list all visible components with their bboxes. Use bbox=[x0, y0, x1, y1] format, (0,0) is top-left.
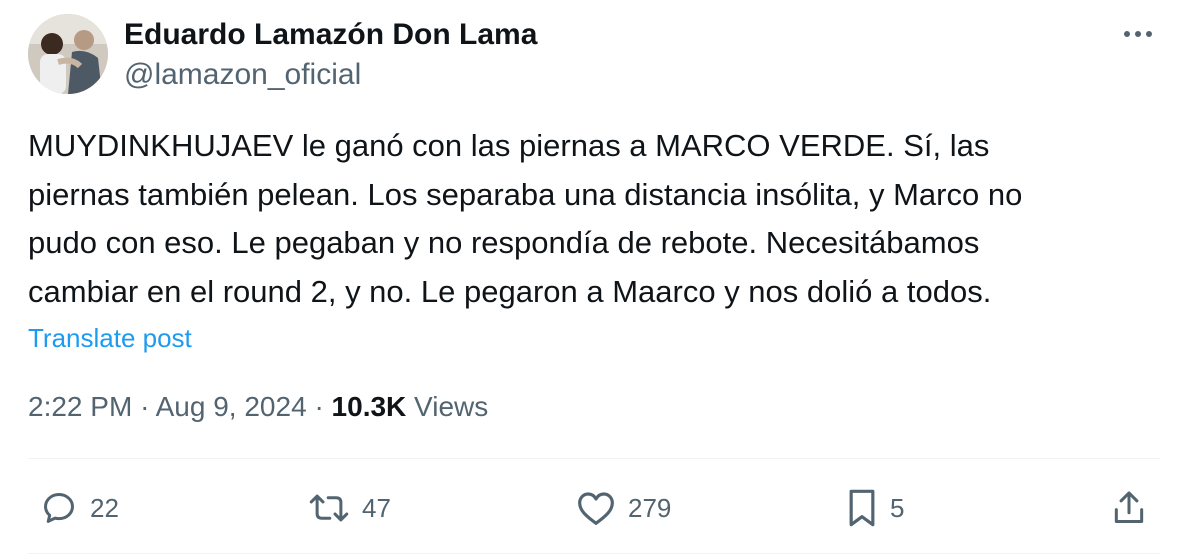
tweet-text-line: pudo con eso. Le pegaban y no respondía … bbox=[28, 225, 980, 260]
translate-post-link[interactable]: Translate post bbox=[28, 322, 192, 354]
tweet-text: MUYDINKHUJAEV le ganó con las piernas a … bbox=[28, 122, 1168, 316]
tweet-date[interactable]: Aug 9, 2024 bbox=[156, 391, 307, 422]
heart-icon bbox=[578, 492, 614, 525]
tweet-text-line: piernas también pelean. Los separaba una… bbox=[28, 176, 1023, 212]
avatar-photo bbox=[28, 14, 108, 94]
tweet-card: Eduardo Lamazón Don Lama @lamazon_oficia… bbox=[0, 0, 1192, 560]
meta-separator: · bbox=[314, 391, 324, 422]
tweet-text-line: MUYDINKHUJAEV le ganó con las piernas a … bbox=[28, 128, 990, 163]
bookmark-button[interactable]: 5 bbox=[846, 486, 904, 530]
repost-icon bbox=[309, 494, 349, 522]
like-button[interactable]: 279 bbox=[576, 486, 671, 530]
bookmark-icon bbox=[849, 489, 875, 527]
more-horizontal-icon bbox=[1124, 31, 1152, 37]
divider bbox=[28, 458, 1160, 459]
repost-count: 47 bbox=[362, 493, 391, 523]
tweet-time[interactable]: 2:22 PM bbox=[28, 391, 132, 422]
reply-count: 22 bbox=[90, 493, 119, 523]
more-button[interactable] bbox=[1118, 22, 1158, 46]
meta-separator: · bbox=[140, 391, 150, 422]
views-label: Views bbox=[414, 391, 489, 422]
author-name[interactable]: Eduardo Lamazón Don Lama bbox=[124, 16, 537, 54]
divider bbox=[28, 553, 1160, 554]
like-count: 279 bbox=[628, 493, 672, 523]
bookmark-count: 5 bbox=[890, 493, 905, 523]
reply-icon bbox=[44, 493, 74, 523]
author-handle[interactable]: @lamazon_oficial bbox=[124, 56, 361, 94]
share-button[interactable] bbox=[1112, 486, 1146, 530]
views-count: 10.3K bbox=[331, 391, 407, 422]
share-icon bbox=[1114, 491, 1144, 523]
reply-button[interactable]: 22 bbox=[40, 486, 119, 530]
repost-button[interactable]: 47 bbox=[308, 486, 391, 530]
tweet-metadata: 2:22 PM · Aug 9, 2024 · 10.3K Views bbox=[28, 390, 488, 424]
tweet-text-line: cambiar en el round 2, y no. Le pegaron … bbox=[28, 273, 992, 309]
avatar[interactable] bbox=[28, 14, 108, 94]
